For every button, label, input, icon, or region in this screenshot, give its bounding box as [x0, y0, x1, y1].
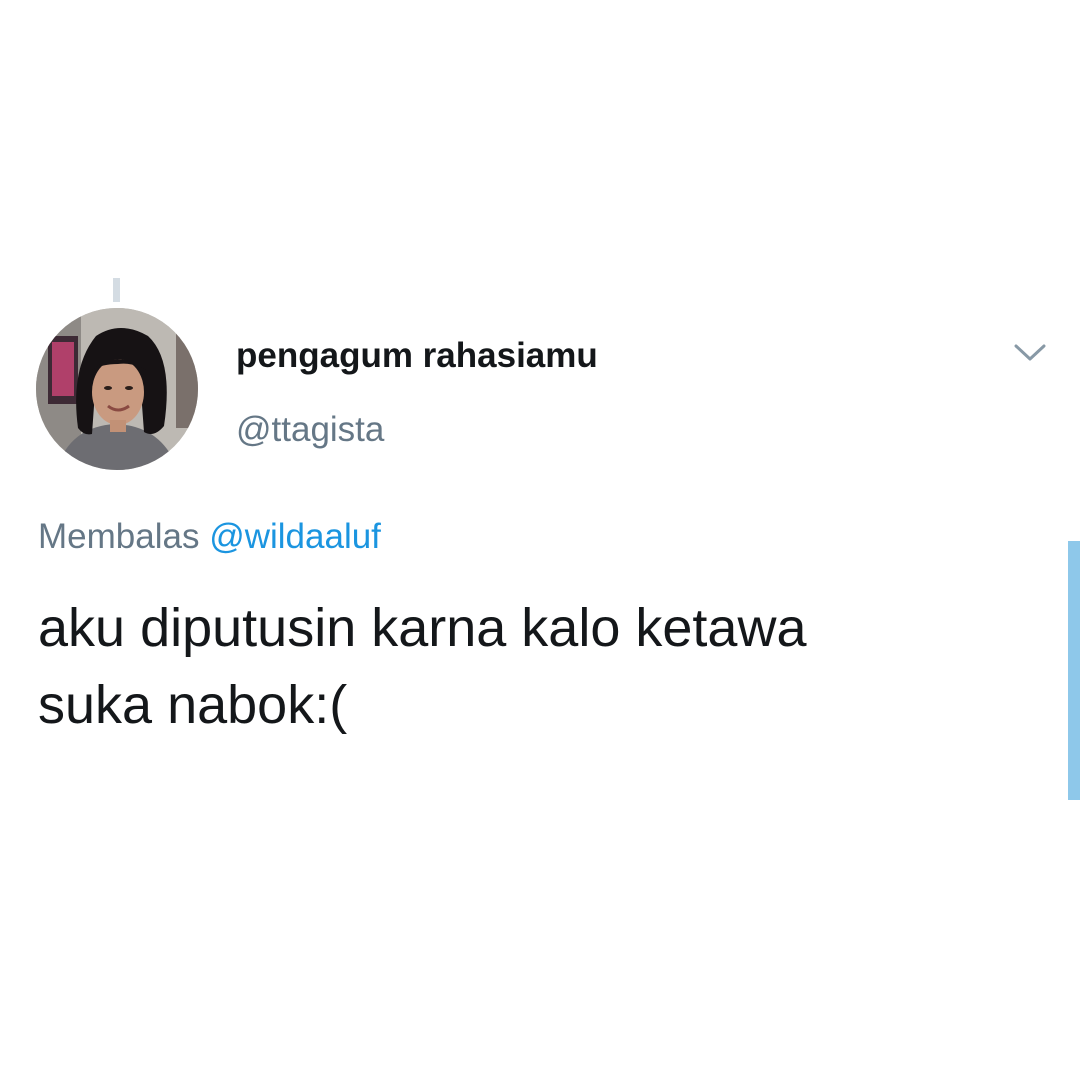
chevron-down-icon[interactable] [1010, 340, 1050, 366]
thread-connector-line [113, 278, 120, 302]
tweet-text-line: aku diputusin karna kalo ketawa [38, 598, 807, 658]
scroll-indicator[interactable] [1068, 541, 1080, 800]
author-display-name[interactable]: pengagum rahasiamu [236, 335, 598, 377]
avatar-photo [36, 308, 198, 470]
reply-context: Membalas @wildaaluf [38, 516, 381, 558]
tweet-text-line: suka nabok:( [38, 675, 348, 735]
avatar[interactable] [36, 308, 198, 470]
author-handle[interactable]: @ttagista [236, 409, 384, 451]
reply-mention-link[interactable]: @wildaaluf [209, 517, 381, 556]
tweet-screenshot: pengagum rahasiamu @ttagista Membalas @w… [0, 0, 1080, 1080]
tweet-body: aku diputusin karna kalo ketawa suka nab… [38, 590, 1028, 744]
reply-prefix: Membalas [38, 517, 200, 556]
